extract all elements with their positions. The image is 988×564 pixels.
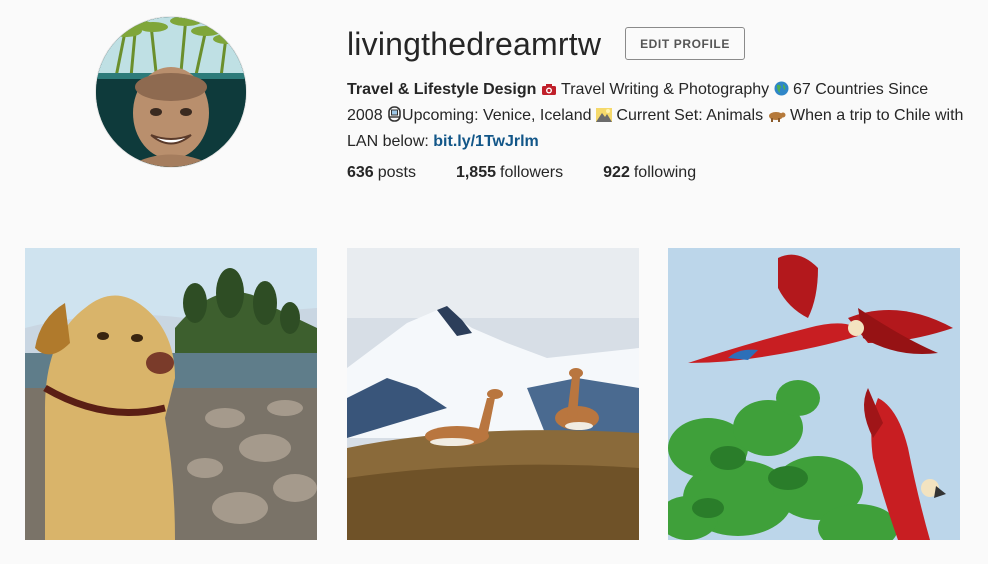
bio-name: Travel & Lifestyle Design	[347, 81, 537, 98]
following-count: 922	[603, 164, 630, 181]
bio-link[interactable]: bit.ly/1TwJrlm	[433, 133, 539, 150]
following-stat[interactable]: 922 following	[603, 164, 696, 186]
posts-label: posts	[377, 164, 416, 181]
followers-stat[interactable]: 1,855 followers	[456, 164, 563, 186]
bio-text-1: Travel Writing & Photography	[556, 81, 774, 98]
followers-label: followers	[500, 164, 564, 181]
followers-count: 1,855	[455, 164, 496, 181]
bio-text-4: Current Set: Animals	[611, 107, 768, 124]
posts-count: 636	[347, 164, 374, 181]
globe-emoji-icon	[774, 80, 789, 104]
edit-profile-button[interactable]: EDIT PROFILE	[625, 27, 745, 60]
following-label: following	[633, 164, 697, 181]
gondola-emoji-icon	[387, 106, 402, 130]
profile-username: livingthedreamrtw	[347, 26, 602, 62]
profile-bio: Travel & Lifestyle Design Travel Writing…	[347, 78, 967, 154]
bio-text-3: Upcoming: Venice, Iceland	[402, 107, 596, 124]
post-thumbnail-guanacos[interactable]	[347, 248, 639, 540]
profile-avatar[interactable]	[95, 16, 247, 168]
mountain-emoji-icon	[595, 106, 612, 130]
posts-stat: 636 posts	[347, 164, 416, 186]
post-thumbnail-dog[interactable]	[25, 248, 317, 540]
camera-emoji-icon	[541, 80, 557, 104]
post-thumbnail-macaws[interactable]	[668, 248, 960, 540]
animal-emoji-icon	[768, 106, 786, 130]
profile-stats: 636 posts 1,855 followers 922 following	[347, 164, 736, 186]
